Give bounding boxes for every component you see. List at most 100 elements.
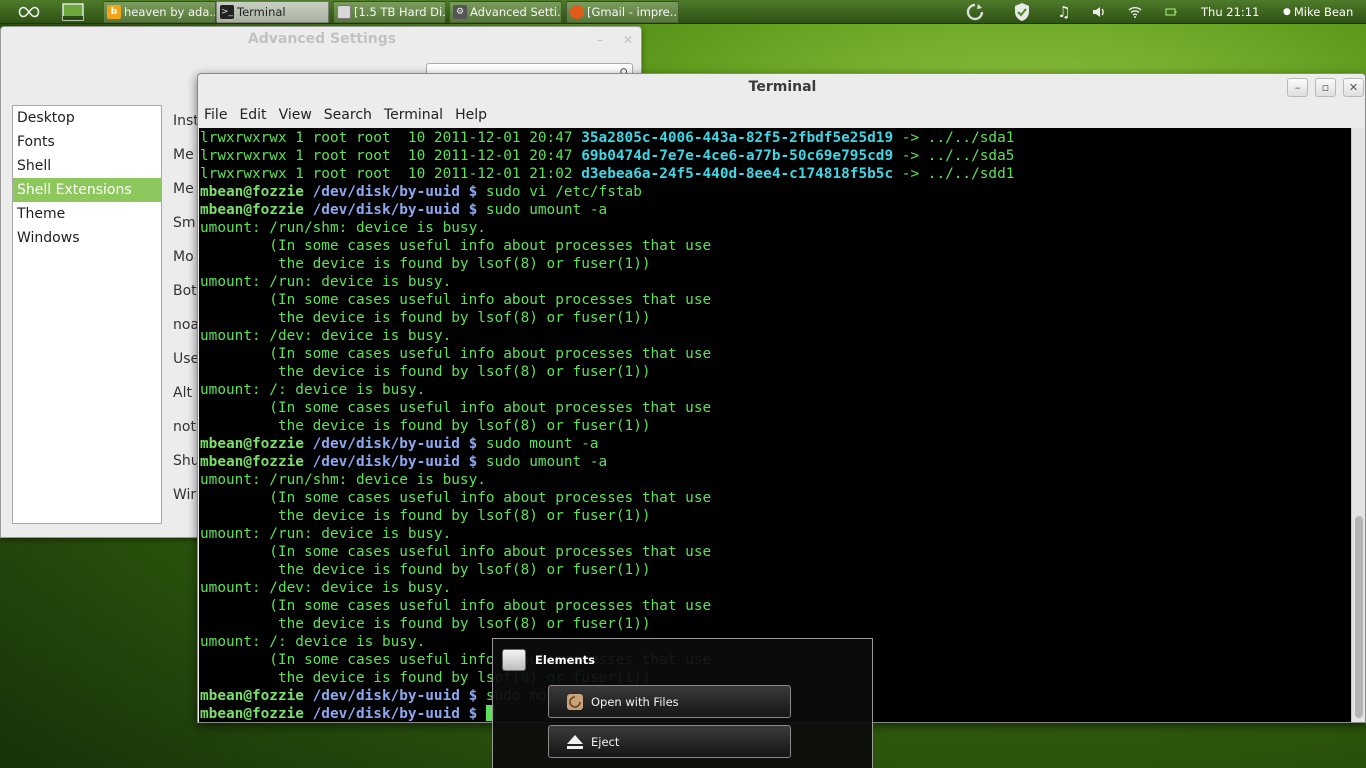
terminal-line: lrwxrwxrwx 1 root root 10 2011-12-01 20:…	[200, 147, 1351, 165]
terminal-output[interactable]: lrwxrwxrwx 1 root root 10 2011-12-01 20:…	[199, 128, 1351, 722]
terminal-text: the device is found by lsof(8) or fuser(…	[200, 256, 651, 272]
terminal-line: mbean@fozzie /dev/disk/by-uuid $ sudo um…	[200, 453, 1351, 471]
terminal-line: umount: /run/shm: device is busy.	[200, 471, 1351, 489]
terminal-text: -> ../../sda1	[893, 130, 1015, 146]
terminal-text: umount: /dev: device is busy.	[200, 580, 452, 596]
menu-help[interactable]: Help	[449, 104, 493, 126]
open-with-files-button[interactable]: Open with Files	[548, 685, 791, 718]
maximize-button[interactable]: ▫	[1315, 78, 1336, 97]
terminal-text: (In some cases useful info about process…	[200, 292, 712, 308]
menu-bar: File Edit View Search Terminal Help	[198, 104, 493, 126]
terminal-text: -> ../../sdd1	[893, 166, 1015, 182]
clock[interactable]: Thu 21:11	[1201, 0, 1259, 24]
show-desktop-icon[interactable]	[61, 2, 85, 22]
terminal-line: umount: /dev: device is busy.	[200, 327, 1351, 345]
terminal-text: sudo umount -a	[477, 202, 608, 218]
uuid-link: 35a2805c-4006-443a-82f5-2fbdf5e25d19	[581, 130, 894, 146]
terminal-line: (In some cases useful info about process…	[200, 489, 1351, 507]
close-button[interactable]: ✕	[1343, 78, 1364, 97]
terminal-line: (In some cases useful info about process…	[200, 399, 1351, 417]
terminal-text: -> ../../sda5	[893, 148, 1015, 164]
task-label: Advanced Setti...	[470, 5, 562, 19]
notification-title: Elements	[535, 653, 595, 667]
terminal-text: the device is found by lsof(8) or fuser(…	[200, 364, 651, 380]
terminal-line: the device is found by lsof(8) or fuser(…	[200, 255, 1351, 273]
terminal-line: the device is found by lsof(8) or fuser(…	[200, 309, 1351, 327]
sidebar-item-windows[interactable]: Windows	[13, 226, 161, 250]
terminal-text: (In some cases useful info about process…	[200, 490, 712, 506]
battery-icon[interactable]	[1163, 0, 1179, 24]
shield-icon[interactable]	[1011, 0, 1033, 24]
drive-icon	[502, 649, 526, 671]
task-button[interactable]: b heaven by ada...	[103, 1, 216, 23]
terminal-text: (In some cases useful info about process…	[200, 346, 712, 362]
terminal-text: (In some cases useful info about process…	[200, 238, 712, 254]
close-button[interactable]: ✕	[623, 33, 633, 47]
sidebar-item-shell[interactable]: Shell	[13, 154, 161, 178]
user-icon: ●	[1283, 7, 1291, 17]
terminal-line: (In some cases useful info about process…	[200, 345, 1351, 363]
window-title: Advanced Settings	[247, 31, 397, 47]
terminal-line: (In some cases useful info about process…	[200, 597, 1351, 615]
terminal-line: umount: /run: device is busy.	[200, 273, 1351, 291]
terminal-line: umount: /: device is busy.	[200, 381, 1351, 399]
update-manager-icon[interactable]	[964, 0, 986, 24]
scrollbar[interactable]	[1351, 128, 1365, 722]
sidebar-item-shell-extensions[interactable]: Shell Extensions	[13, 178, 161, 202]
menu-terminal[interactable]: Terminal	[378, 104, 449, 126]
menu-file[interactable]: File	[198, 104, 233, 126]
scrollbar-thumb[interactable]	[1355, 516, 1363, 718]
minimize-button[interactable]: –	[1287, 78, 1308, 97]
menu-edit[interactable]: Edit	[233, 104, 272, 126]
terminal-line: lrwxrwxrwx 1 root root 10 2011-12-01 20:…	[200, 129, 1351, 147]
terminal-text: (In some cases useful info about process…	[200, 544, 712, 560]
terminal-line: (In some cases useful info about process…	[200, 291, 1351, 309]
terminal-text: umount: /run: device is busy.	[200, 274, 452, 290]
menu-view[interactable]: View	[273, 104, 318, 126]
task-label: heaven by ada...	[124, 5, 216, 19]
terminal-line: the device is found by lsof(8) or fuser(…	[200, 507, 1351, 525]
terminal-line: lrwxrwxrwx 1 root root 10 2011-12-01 21:…	[200, 165, 1351, 183]
settings-sidebar: Desktop Fonts Shell Shell Extensions Theme Wi…	[12, 105, 162, 524]
terminal-text: umount: /dev: device is busy.	[200, 328, 452, 344]
volume-icon[interactable]	[1091, 0, 1107, 24]
task-button[interactable]: >_ Terminal	[216, 1, 329, 23]
task-button[interactable]: [Gmail - impre...	[566, 1, 679, 23]
prompt-user: mbean@fozzie	[200, 184, 304, 200]
terminal-text: (In some cases useful info about process…	[200, 598, 712, 614]
task-label: [Gmail - impre...	[587, 5, 679, 19]
window-title: Terminal	[748, 79, 817, 95]
terminal-text: umount: /run/shm: device is busy.	[200, 472, 486, 488]
files-icon	[565, 692, 585, 712]
task-button[interactable]: [1.5 TB Hard Di...	[333, 1, 446, 23]
terminal-text: the device is found by lsof(8) or fuser(…	[200, 562, 651, 578]
prompt-path: /dev/disk/by-uuid $	[303, 706, 478, 722]
sidebar-item-theme[interactable]: Theme	[13, 202, 161, 226]
music-icon[interactable]: ♫	[1056, 0, 1072, 24]
user-menu[interactable]: ● Mike Bean	[1283, 0, 1353, 24]
terminal-text: the device is found by lsof(8) or fuser(…	[200, 616, 651, 632]
minimize-button[interactable]: –	[597, 33, 603, 47]
terminal-text: sudo mount -a	[477, 436, 599, 452]
task-label: [1.5 TB Hard Di...	[354, 5, 446, 19]
open-with-files-label: Open with Files	[591, 694, 679, 709]
task-button[interactable]: ⚙ Advanced Setti...	[449, 1, 562, 23]
wifi-icon[interactable]	[1127, 0, 1143, 24]
terminal-line: (In some cases useful info about process…	[200, 237, 1351, 255]
prompt-user: mbean@fozzie	[200, 688, 304, 704]
menu-search[interactable]: Search	[318, 104, 378, 126]
terminal-text: (In some cases useful info about process…	[200, 400, 712, 416]
terminal-text: umount: /run: device is busy.	[200, 526, 452, 542]
user-name: Mike Bean	[1293, 5, 1354, 19]
prompt-path: /dev/disk/by-uuid $	[303, 202, 478, 218]
terminal-line: (In some cases useful info about process…	[200, 543, 1351, 561]
eject-button[interactable]: Eject	[548, 725, 791, 758]
activities-infinity-icon[interactable]	[18, 2, 40, 22]
terminal-text: umount: /: device is busy.	[200, 634, 426, 650]
sidebar-item-fonts[interactable]: Fonts	[13, 130, 161, 154]
sidebar-item-desktop[interactable]: Desktop	[13, 106, 161, 130]
terminal-text: umount: /: device is busy.	[200, 382, 426, 398]
terminal-line: the device is found by lsof(8) or fuser(…	[200, 363, 1351, 381]
terminal-window: Terminal – ▫ ✕ File Edit View Search Termina…	[197, 73, 1366, 723]
